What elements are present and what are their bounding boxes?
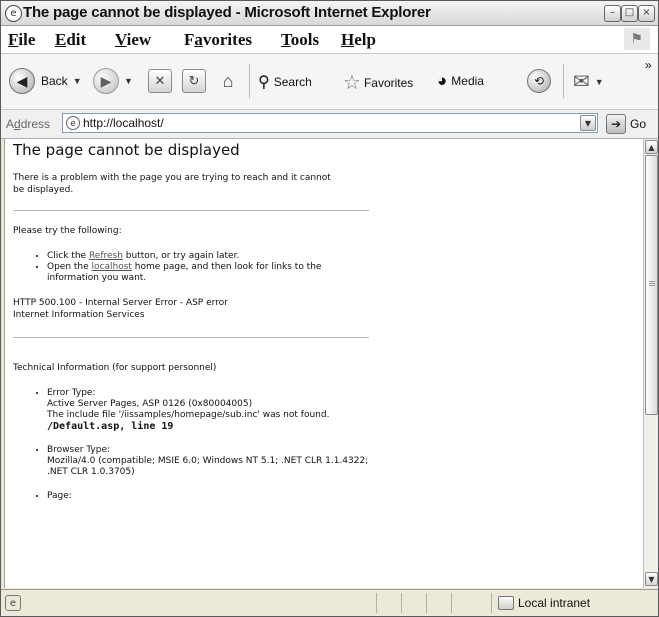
divider (13, 210, 369, 211)
history-icon: ⟲ (527, 69, 551, 93)
vertical-scrollbar[interactable]: ▲ ▼ (643, 139, 658, 588)
list-item: Error Type: Active Server Pages, ASP 012… (47, 388, 373, 432)
back-icon: ◀ (9, 68, 35, 94)
error-type-detail: The include file '/iissamples/homepage/s… (47, 410, 330, 420)
home-button[interactable]: ⌂ (216, 69, 240, 93)
scroll-up-icon[interactable]: ▲ (645, 140, 658, 154)
scroll-down-icon[interactable]: ▼ (645, 572, 658, 586)
status-divider (376, 593, 377, 613)
close-icon[interactable]: × (638, 5, 655, 22)
menu-bar: File Edit View Favorites Tools Help ⚑ (1, 26, 658, 54)
error-code: HTTP 500.100 - Internal Server Error - A… (13, 298, 228, 308)
stop-icon: ✕ (148, 69, 172, 93)
list-item: Open the localhost home page, and then l… (47, 262, 373, 284)
status-divider (426, 593, 427, 613)
list-item: Browser Type: Mozilla/4.0 (compatible; M… (47, 445, 373, 478)
address-dropdown-icon[interactable]: ▼ (580, 115, 596, 131)
suggestions-list: Click the Refresh button, or try again l… (13, 251, 373, 284)
server-name: Internet Information Services (13, 310, 145, 320)
status-bar: e Local intranet (1, 589, 658, 616)
error-page: The page cannot be displayed There is a … (13, 141, 373, 502)
search-label: Search (273, 75, 312, 89)
error-location: /Default.asp, line 19 (47, 421, 174, 432)
windows-logo-icon: ⚑ (624, 28, 650, 50)
address-bar: Address e ▼ ➔ Go (1, 110, 658, 139)
search-icon: ⚲ (258, 74, 270, 91)
forward-dropdown-icon[interactable]: ▼ (124, 76, 133, 86)
back-label: Back (41, 74, 68, 88)
stop-button[interactable]: ✕ (148, 69, 172, 93)
menu-edit[interactable]: Edit (55, 30, 86, 50)
localhost-link[interactable]: localhost (92, 262, 132, 272)
menu-file[interactable]: File (8, 30, 35, 50)
browser-type-label: Browser Type: (47, 445, 111, 455)
home-icon: ⌂ (222, 70, 234, 91)
mail-dropdown-icon[interactable]: ▼ (595, 77, 604, 87)
history-button[interactable]: ⟲ (527, 69, 551, 93)
forward-button[interactable]: ▶ ▼ (93, 68, 133, 94)
status-divider (491, 593, 492, 613)
page-icon: e (66, 116, 80, 130)
media-button[interactable]: ◕ Media (437, 71, 484, 91)
refresh-icon: ↻ (182, 69, 206, 93)
forward-icon: ▶ (93, 68, 119, 94)
address-label: Address (6, 117, 51, 131)
divider (13, 337, 369, 338)
window-title: The page cannot be displayed - Microsoft… (23, 4, 431, 21)
intro-text: There is a problem with the page you are… (13, 173, 331, 195)
address-input[interactable] (83, 116, 563, 130)
list-item: Click the Refresh button, or try again l… (47, 251, 373, 262)
address-field[interactable]: e ▼ (62, 113, 598, 133)
error-type-label: Error Type: (47, 388, 96, 398)
list-item: Page: (47, 491, 373, 502)
scroll-thumb[interactable] (645, 155, 658, 415)
back-dropdown-icon[interactable]: ▼ (73, 76, 82, 86)
toolbar-separator (563, 64, 564, 98)
page-status-icon: e (5, 595, 21, 611)
security-zone: Local intranet (518, 596, 591, 610)
toolbar-separator (249, 64, 250, 98)
error-type-value: Active Server Pages, ASP 0126 (0x8000400… (47, 399, 253, 409)
refresh-button[interactable]: ↻ (182, 69, 206, 93)
maximize-icon[interactable]: □ (621, 5, 638, 22)
go-icon[interactable]: ➔ (606, 114, 626, 134)
media-icon: ◕ (437, 71, 448, 90)
standard-toolbar: ◀ Back ▼ ▶ ▼ ✕ ↻ ⌂ ⚲ Search ☆ Favorites … (1, 54, 658, 110)
favorites-button[interactable]: ☆ Favorites (343, 70, 413, 95)
mail-icon: ✉ (573, 71, 590, 93)
tech-heading: Technical Information (for support perso… (13, 363, 217, 373)
browser-window: e The page cannot be displayed - Microso… (0, 0, 659, 617)
status-divider (451, 593, 452, 613)
menu-favorites[interactable]: Favorites (184, 30, 252, 50)
page-content: The page cannot be displayed There is a … (4, 139, 643, 588)
media-label: Media (451, 74, 484, 88)
toolbar-overflow[interactable]: » (645, 58, 652, 72)
local-intranet-icon (498, 596, 514, 610)
back-button[interactable]: ◀ Back ▼ (9, 68, 82, 94)
tech-list: Error Type: Active Server Pages, ASP 012… (13, 388, 373, 502)
menu-help[interactable]: Help (341, 30, 376, 50)
title-bar[interactable]: e The page cannot be displayed - Microso… (1, 1, 658, 26)
refresh-link[interactable]: Refresh (89, 251, 123, 261)
browser-type-value: Mozilla/4.0 (compatible; MSIE 6.0; Windo… (47, 456, 369, 477)
ie-icon[interactable]: e (5, 5, 22, 22)
mail-button[interactable]: ✉ ▼ (573, 69, 604, 94)
favorites-icon: ☆ (343, 72, 361, 94)
menu-view[interactable]: View (115, 30, 151, 50)
try-heading: Please try the following: (13, 226, 122, 236)
grip-icon (649, 281, 655, 282)
search-button[interactable]: ⚲ Search (258, 72, 312, 92)
menu-tools[interactable]: Tools (281, 30, 319, 50)
page-heading: The page cannot be displayed (13, 141, 240, 159)
status-divider (401, 593, 402, 613)
go-button[interactable]: Go (630, 117, 646, 131)
minimize-icon[interactable]: – (604, 5, 621, 22)
page-label: Page: (47, 491, 72, 501)
favorites-label: Favorites (363, 75, 414, 90)
